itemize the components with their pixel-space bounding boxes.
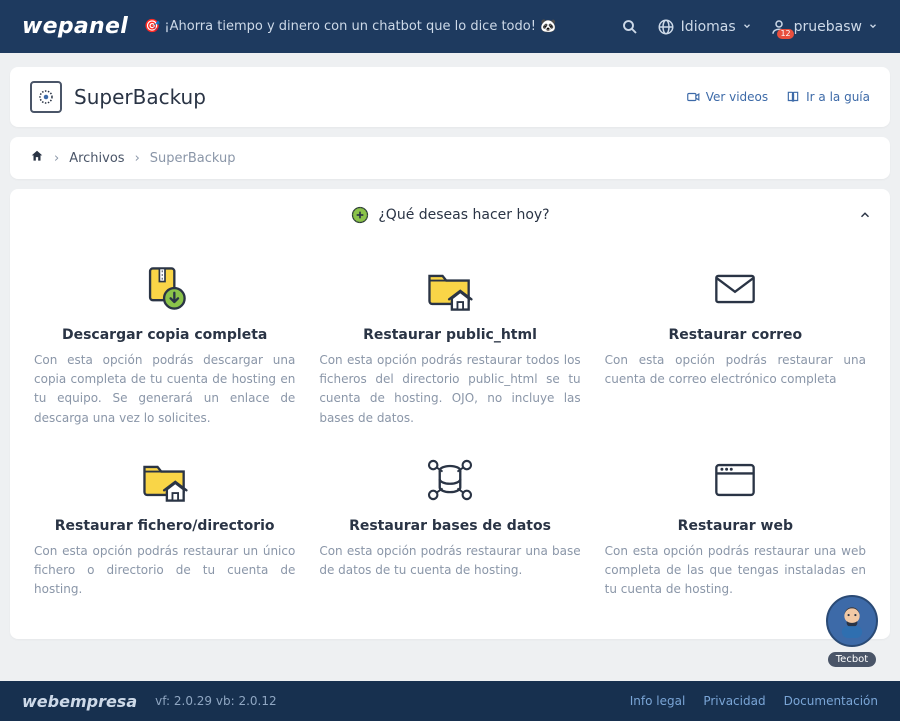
tile-title: Restaurar bases de datos: [319, 518, 580, 534]
chevron-down-icon: [868, 19, 878, 35]
footer-docs-link[interactable]: Documentación: [784, 694, 878, 708]
top-nav: wepanel 🎯 ¡Ahorra tiempo y dinero con un…: [0, 0, 900, 53]
video-icon: [686, 90, 700, 104]
tile-restore-web[interactable]: Restaurar web Con esta opción podrás res…: [605, 452, 866, 600]
user-menu[interactable]: 12 pruebasw: [770, 18, 878, 36]
folder-home-icon: [34, 452, 295, 508]
footer-privacy-link[interactable]: Privacidad: [703, 694, 765, 708]
superbackup-icon: [30, 81, 62, 113]
tile-description: Con esta opción podrás restaurar un únic…: [34, 542, 295, 600]
footer-legal-link[interactable]: Info legal: [630, 694, 686, 708]
zip-download-icon: [34, 261, 295, 317]
chevron-up-icon[interactable]: [858, 207, 872, 226]
version-text: vf: 2.0.29 vb: 2.0.12: [155, 694, 276, 708]
tile-description: Con esta opción podrás restaurar una web…: [605, 542, 866, 600]
promo-text: 🎯 ¡Ahorra tiempo y dinero con un chatbot…: [144, 19, 556, 34]
tile-title: Restaurar fichero/directorio: [34, 518, 295, 534]
tile-description: Con esta opción podrás descargar una cop…: [34, 351, 295, 428]
tiles-grid: Descargar copia completa Con esta opción…: [10, 241, 890, 639]
chatbot-widget[interactable]: Tecbot: [826, 595, 878, 667]
add-icon: [350, 205, 370, 225]
guide-icon: [786, 90, 800, 104]
view-videos-link[interactable]: Ver videos: [686, 90, 768, 104]
tile-description: Con esta opción podrás restaurar una bas…: [319, 542, 580, 580]
page-title: SuperBackup: [74, 85, 206, 109]
language-selector[interactable]: Idiomas: [657, 18, 752, 36]
main-panel: ¿Qué deseas hacer hoy? Descargar copia: [10, 189, 890, 639]
tile-restore-mail[interactable]: Restaurar correo Con esta opción podrás …: [605, 261, 866, 428]
tile-restore-file-dir[interactable]: Restaurar fichero/directorio Con esta op…: [34, 452, 295, 600]
notification-badge: 12: [777, 29, 793, 39]
envelope-icon: [605, 261, 866, 317]
tile-restore-public-html[interactable]: Restaurar public_html Con esta opción po…: [319, 261, 580, 428]
breadcrumb-separator: ›: [135, 151, 140, 166]
tile-title: Descargar copia completa: [34, 327, 295, 343]
user-icon: 12: [770, 18, 788, 36]
breadcrumb: › Archivos › SuperBackup: [10, 137, 890, 179]
footer: webempresa vf: 2.0.29 vb: 2.0.12 Info le…: [0, 681, 900, 721]
tile-description: Con esta opción podrás restaurar todos l…: [319, 351, 580, 428]
tile-title: Restaurar correo: [605, 327, 866, 343]
guide-link[interactable]: Ir a la guía: [786, 90, 870, 104]
database-icon: [319, 452, 580, 508]
tile-restore-database[interactable]: Restaurar bases de datos Con esta opción…: [319, 452, 580, 600]
tile-description: Con esta opción podrás restaurar una cue…: [605, 351, 866, 389]
chatbot-avatar-icon: [826, 595, 878, 647]
search-icon[interactable]: [621, 18, 639, 36]
tile-title: Restaurar web: [605, 518, 866, 534]
folder-home-icon: [319, 261, 580, 317]
language-label: Idiomas: [681, 19, 736, 35]
browser-window-icon: [605, 452, 866, 508]
page-header: SuperBackup Ver videos Ir a la guía: [10, 67, 890, 127]
globe-icon: [657, 18, 675, 36]
breadcrumb-current: SuperBackup: [150, 151, 236, 166]
tile-title: Restaurar public_html: [319, 327, 580, 343]
home-icon[interactable]: [30, 149, 44, 167]
tile-download-full-backup[interactable]: Descargar copia completa Con esta opción…: [34, 261, 295, 428]
username-label: pruebasw: [794, 19, 862, 35]
chatbot-label: Tecbot: [828, 652, 876, 667]
chevron-down-icon: [742, 19, 752, 35]
breadcrumb-archivos[interactable]: Archivos: [69, 151, 124, 166]
panel-heading-text: ¿Qué deseas hacer hoy?: [378, 207, 549, 223]
panel-heading[interactable]: ¿Qué deseas hacer hoy?: [10, 189, 890, 241]
breadcrumb-separator: ›: [54, 151, 59, 166]
footer-logo[interactable]: webempresa: [22, 692, 137, 711]
brand-logo[interactable]: wepanel: [22, 14, 128, 39]
